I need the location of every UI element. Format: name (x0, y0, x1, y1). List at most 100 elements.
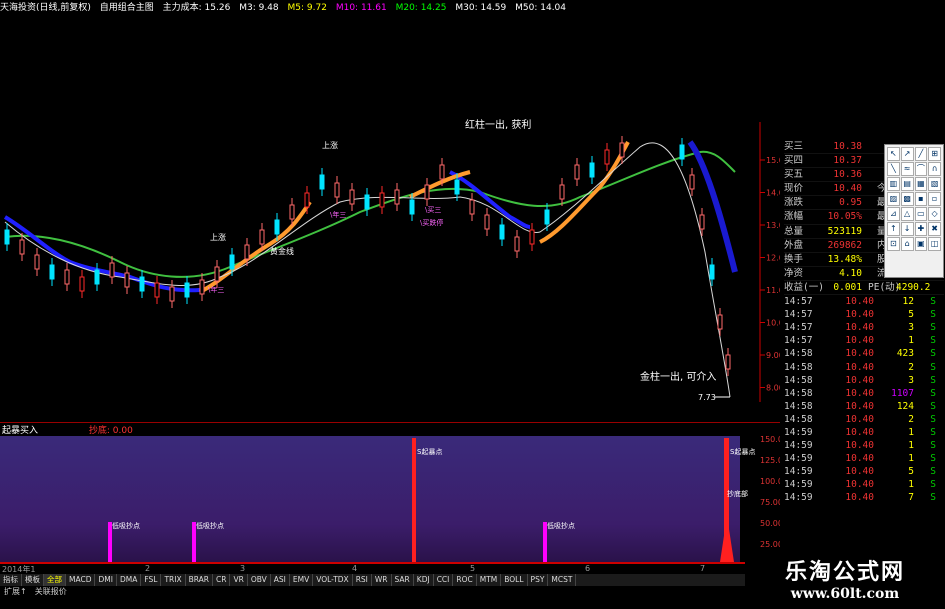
quote-value: 13.48% (827, 253, 862, 265)
candle-body (4, 229, 10, 245)
tick-row: 14:58 10.40 423 S (784, 347, 944, 360)
candle-body (64, 269, 70, 285)
sub-indicator-title-bar: 起暴买入 抄底: 0.00 (0, 422, 780, 436)
draw-tool-icon[interactable]: ▣ (914, 237, 928, 251)
draw-tool-icon[interactable]: ↖ (887, 147, 900, 161)
candle-body (139, 276, 145, 292)
draw-tool-icon[interactable]: △ (900, 207, 914, 221)
tab-cci[interactable]: CCI (434, 574, 454, 586)
tab-emv[interactable]: EMV (290, 574, 314, 586)
label-buy-c: \买三 (425, 206, 441, 214)
draw-tool-icon[interactable]: ▤ (900, 177, 914, 191)
candle-body (409, 199, 415, 215)
tab-obv[interactable]: OBV (248, 574, 271, 586)
draw-tool-icon[interactable]: ∩ (928, 162, 941, 176)
stock-name[interactable]: 天海投资(日线,前复权) (0, 0, 91, 13)
draw-tool-icon[interactable]: ▩ (900, 192, 914, 206)
draw-tool-icon[interactable]: ✖ (928, 222, 941, 236)
price-tick-label: 10.00 (766, 319, 780, 328)
tab-dma[interactable]: DMA (117, 574, 142, 586)
tick-time: 14:57 (784, 296, 813, 308)
tick-time: 14:58 (784, 400, 813, 412)
tab-trix[interactable]: TRIX (161, 574, 186, 586)
tick-side: S (930, 387, 936, 399)
tick-side: S (930, 348, 936, 360)
tick-time: 14:58 (784, 413, 813, 425)
draw-tool-icon[interactable]: ⊡ (887, 237, 900, 251)
tab-mcst[interactable]: MCST (548, 574, 577, 586)
draw-tool-icon[interactable]: ↑ (887, 222, 900, 236)
tab-wr[interactable]: WR (372, 574, 392, 586)
tick-row: 14:59 10.40 1 S (784, 452, 944, 465)
tick-volume: 1 (908, 440, 914, 452)
label-up-2: 上涨 (210, 232, 226, 242)
tick-price: 10.40 (845, 322, 874, 334)
tab-macd[interactable]: MACD (66, 574, 96, 586)
tab-kdj[interactable]: KDJ (414, 574, 434, 586)
tab-brar[interactable]: BRAR (186, 574, 214, 586)
draw-tool-icon[interactable]: ▥ (887, 177, 900, 191)
tick-price: 10.40 (845, 400, 874, 412)
tab-asi[interactable]: ASI (271, 574, 290, 586)
tab-dmi[interactable]: DMI (95, 574, 117, 586)
draw-tool-icon[interactable]: ⌂ (900, 237, 914, 251)
ma-blue-line-2 (449, 170, 531, 229)
quote-row: 收益(一) 0.001 PE(动) 4290.2 (784, 281, 944, 296)
signal-label-3: S起暴点 (417, 448, 442, 456)
tick-side: S (930, 413, 936, 425)
sub-indicator-name[interactable]: 起暴买入 (2, 426, 38, 436)
tab-roc[interactable]: ROC (453, 574, 477, 586)
draw-tool-icon[interactable]: ✚ (914, 222, 928, 236)
draw-tool-icon[interactable]: ╱ (914, 147, 928, 161)
draw-tool-icon[interactable]: ↗ (900, 147, 914, 161)
tab-vr[interactable]: VR (230, 574, 248, 586)
tab-mtm[interactable]: MTM (477, 574, 502, 586)
tab-cr[interactable]: CR (213, 574, 231, 586)
tick-price: 10.40 (845, 479, 874, 491)
candle-body (289, 204, 295, 220)
tick-time: 14:57 (784, 322, 813, 334)
draw-tool-icon[interactable]: ↓ (900, 222, 914, 236)
tab-模板[interactable]: 模板 (22, 574, 44, 586)
tab-fsl[interactable]: FSL (141, 574, 162, 586)
draw-tool-icon[interactable]: ⊿ (887, 207, 900, 221)
draw-tool-icon[interactable]: ◫ (928, 237, 941, 251)
draw-tool-icon[interactable]: ◇ (928, 207, 941, 221)
tab-sar[interactable]: SAR (392, 574, 414, 586)
time-axis-label: 2 (145, 564, 151, 573)
draw-tool-icon[interactable]: ≈ (900, 162, 914, 176)
draw-tool-icon[interactable]: ╲ (887, 162, 900, 176)
quote-value: 10.40 (833, 183, 862, 195)
tab-psy[interactable]: PSY (528, 574, 549, 586)
quote-extra: PE(动) (868, 281, 901, 293)
bottom-tab-0[interactable]: 扩展↑ (0, 586, 31, 598)
quote-value: 10.37 (833, 155, 862, 167)
tick-side: S (930, 322, 936, 334)
tick-price: 10.40 (845, 453, 874, 465)
candle-body (229, 254, 235, 270)
tab-rsi[interactable]: RSI (353, 574, 372, 586)
draw-tool-icon[interactable]: ▧ (928, 177, 941, 191)
draw-tool-icon[interactable]: ▨ (887, 192, 900, 206)
candle-body (679, 144, 685, 160)
template-name[interactable]: 自用组合主图 (100, 0, 154, 13)
draw-tool-icon[interactable]: ▪ (914, 192, 928, 206)
tab-vol-tdx[interactable]: VOL-TDX (313, 574, 353, 586)
tab-boll[interactable]: BOLL (501, 574, 528, 586)
bottom-tab-1[interactable]: 关联报价 (31, 586, 71, 598)
tab-全部[interactable]: 全部 (44, 574, 66, 586)
quote-value: 0.001 (833, 281, 862, 293)
draw-tool-icon[interactable]: ▦ (914, 177, 928, 191)
drawing-toolbox[interactable]: ↖ ↗ ╱ ⊞ ╲ ≈ ⌒ ∩ ▥ ▤ ▦ ▧ ▨ ▩ ▪ ▫ ⊿ △ ▭ ◇ ↑ ↓ ✚ ✖ ⊡ ⌂ ▣ ◫ (884, 144, 944, 278)
candle-body (394, 189, 400, 205)
tab-指标[interactable]: 指标 (0, 574, 22, 586)
draw-tool-icon[interactable]: ▫ (928, 192, 941, 206)
tick-volume: 124 (896, 400, 914, 412)
draw-tool-icon[interactable]: ⊞ (928, 147, 941, 161)
draw-tool-icon[interactable]: ⌒ (914, 162, 928, 176)
tick-volume: 1 (908, 479, 914, 491)
draw-tool-icon[interactable]: ▭ (914, 207, 928, 221)
quote-label: 收益(一) (784, 281, 824, 293)
candle-body (725, 354, 731, 370)
candlestick-chart[interactable]: 15.00 14.00 13.00 12.00 11.00 10.00 9.00 8.00 7… (0, 22, 780, 422)
